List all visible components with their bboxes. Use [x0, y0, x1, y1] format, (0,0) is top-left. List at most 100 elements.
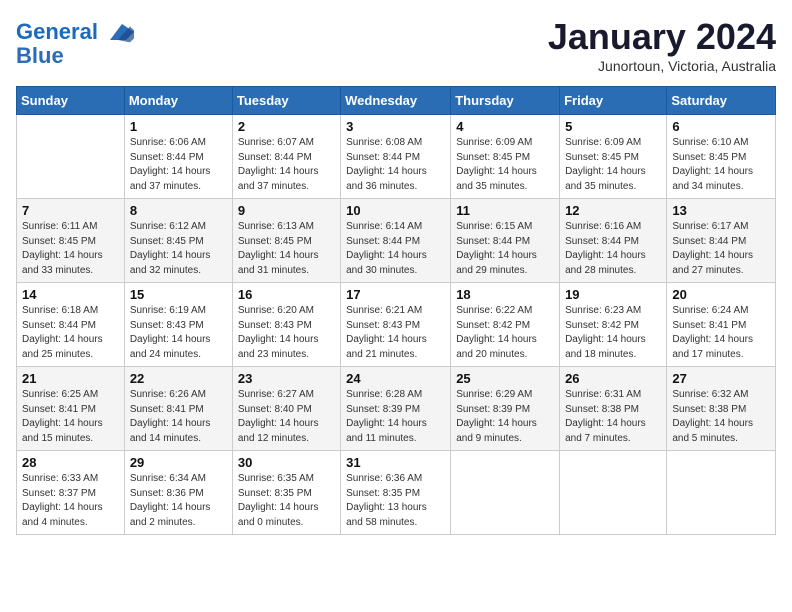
calendar-body: 1 Sunrise: 6:06 AM Sunset: 8:44 PM Daylig… — [17, 115, 776, 535]
day-info: Sunrise: 6:34 AM Sunset: 8:36 PM Dayligh… — [130, 472, 227, 530]
calendar-cell: 5 Sunrise: 6:09 AM Sunset: 8:45 PM Daylig… — [560, 115, 667, 199]
calendar-cell: 16Sunrise: 6:20 AM Sunset: 8:43 PM Dayli… — [232, 283, 340, 367]
day-info: Sunrise: 6:07 AM Sunset: 8:44 PM Dayligh… — [238, 136, 335, 194]
calendar-cell: 10 Sunrise: 6:14 AM Sunset: 8:44 PM Dayli… — [341, 199, 451, 283]
day-info: Sunrise: 6:24 AM Sunset: 8:41 PM Dayligh… — [672, 304, 770, 362]
calendar-cell: 18 Sunrise: 6:22 AM Sunset: 8:42 PM Dayli… — [451, 283, 560, 367]
day-info: Sunrise: 6:28 AM Sunset: 8:39 PM Dayligh… — [346, 388, 445, 446]
day-number: 27 — [672, 371, 770, 386]
day-info: Sunrise: 6:09 AM Sunset: 8:45 PM Dayligh… — [565, 136, 661, 194]
logo-text: General — [16, 20, 98, 44]
location-subtitle: Junortoun, Victoria, Australia — [548, 58, 776, 74]
day-number: 17 — [346, 287, 445, 302]
day-info: Sunrise: 6:13 AM Sunset: 8:45 PM Dayligh… — [238, 220, 335, 278]
day-number: 28 — [22, 455, 119, 470]
calendar-cell: 11 Sunrise: 6:15 AM Sunset: 8:44 PM Dayli… — [451, 199, 560, 283]
day-info: Sunrise: 6:26 AM Sunset: 8:41 PM Dayligh… — [130, 388, 227, 446]
day-number: 9 — [238, 203, 335, 218]
day-number: 31 — [346, 455, 445, 470]
day-info: Sunrise: 6:32 AM Sunset: 8:38 PM Dayligh… — [672, 388, 770, 446]
day-number: 12 — [565, 203, 661, 218]
day-number: 13 — [672, 203, 770, 218]
day-info: Sunrise: 6:35 AM Sunset: 8:35 PM Dayligh… — [238, 472, 335, 530]
day-info: Sunrise: 6:15 AM Sunset: 8:44 PM Dayligh… — [456, 220, 554, 278]
day-number: 30 — [238, 455, 335, 470]
day-info: Sunrise: 6:36 AM Sunset: 8:35 PM Dayligh… — [346, 472, 445, 530]
calendar-header: SundayMondayTuesdayWednesdayThursdayFrid… — [17, 87, 776, 115]
calendar-cell: 27 Sunrise: 6:32 AM Sunset: 8:38 PM Dayli… — [667, 367, 776, 451]
calendar-cell — [451, 451, 560, 535]
calendar-cell: 14 Sunrise: 6:18 AM Sunset: 8:44 PM Dayli… — [17, 283, 125, 367]
day-number: 4 — [456, 119, 554, 134]
calendar-week-row: 28Sunrise: 6:33 AM Sunset: 8:37 PM Dayli… — [17, 451, 776, 535]
day-number: 24 — [346, 371, 445, 386]
day-info: Sunrise: 6:10 AM Sunset: 8:45 PM Dayligh… — [672, 136, 770, 194]
calendar-cell: 4 Sunrise: 6:09 AM Sunset: 8:45 PM Daylig… — [451, 115, 560, 199]
day-info: Sunrise: 6:11 AM Sunset: 8:45 PM Dayligh… — [22, 220, 119, 278]
calendar-cell: 7 Sunrise: 6:11 AM Sunset: 8:45 PM Daylig… — [17, 199, 125, 283]
day-number: 6 — [672, 119, 770, 134]
day-number: 15 — [130, 287, 227, 302]
weekday-header: Thursday — [451, 87, 560, 115]
calendar-table: SundayMondayTuesdayWednesdayThursdayFrid… — [16, 86, 776, 535]
weekday-header: Friday — [560, 87, 667, 115]
calendar-cell: 9 Sunrise: 6:13 AM Sunset: 8:45 PM Daylig… — [232, 199, 340, 283]
day-info: Sunrise: 6:08 AM Sunset: 8:44 PM Dayligh… — [346, 136, 445, 194]
day-number: 10 — [346, 203, 445, 218]
day-number: 25 — [456, 371, 554, 386]
weekday-header: Wednesday — [341, 87, 451, 115]
weekday-header: Monday — [124, 87, 232, 115]
day-number: 2 — [238, 119, 335, 134]
day-number: 1 — [130, 119, 227, 134]
calendar-cell: 1 Sunrise: 6:06 AM Sunset: 8:44 PM Daylig… — [124, 115, 232, 199]
calendar-cell — [667, 451, 776, 535]
calendar-cell: 3Sunrise: 6:08 AM Sunset: 8:44 PM Daylig… — [341, 115, 451, 199]
day-number: 26 — [565, 371, 661, 386]
day-info: Sunrise: 6:16 AM Sunset: 8:44 PM Dayligh… — [565, 220, 661, 278]
day-number: 23 — [238, 371, 335, 386]
day-info: Sunrise: 6:18 AM Sunset: 8:44 PM Dayligh… — [22, 304, 119, 362]
day-info: Sunrise: 6:17 AM Sunset: 8:44 PM Dayligh… — [672, 220, 770, 278]
day-number: 19 — [565, 287, 661, 302]
calendar-cell — [17, 115, 125, 199]
calendar-cell: 17Sunrise: 6:21 AM Sunset: 8:43 PM Dayli… — [341, 283, 451, 367]
day-number: 18 — [456, 287, 554, 302]
day-info: Sunrise: 6:14 AM Sunset: 8:44 PM Dayligh… — [346, 220, 445, 278]
calendar-cell: 12 Sunrise: 6:16 AM Sunset: 8:44 PM Dayli… — [560, 199, 667, 283]
calendar-cell: 28Sunrise: 6:33 AM Sunset: 8:37 PM Dayli… — [17, 451, 125, 535]
weekday-header: Saturday — [667, 87, 776, 115]
day-info: Sunrise: 6:09 AM Sunset: 8:45 PM Dayligh… — [456, 136, 554, 194]
calendar-cell: 22 Sunrise: 6:26 AM Sunset: 8:41 PM Dayli… — [124, 367, 232, 451]
day-number: 22 — [130, 371, 227, 386]
calendar-cell: 30 Sunrise: 6:35 AM Sunset: 8:35 PM Dayli… — [232, 451, 340, 535]
calendar-cell: 2 Sunrise: 6:07 AM Sunset: 8:44 PM Daylig… — [232, 115, 340, 199]
day-number: 21 — [22, 371, 119, 386]
calendar-cell: 29 Sunrise: 6:34 AM Sunset: 8:36 PM Dayli… — [124, 451, 232, 535]
day-info: Sunrise: 6:31 AM Sunset: 8:38 PM Dayligh… — [565, 388, 661, 446]
calendar-cell: 15Sunrise: 6:19 AM Sunset: 8:43 PM Dayli… — [124, 283, 232, 367]
calendar-week-row: 1 Sunrise: 6:06 AM Sunset: 8:44 PM Daylig… — [17, 115, 776, 199]
day-number: 29 — [130, 455, 227, 470]
calendar-cell: 26 Sunrise: 6:31 AM Sunset: 8:38 PM Dayli… — [560, 367, 667, 451]
day-number: 8 — [130, 203, 227, 218]
day-info: Sunrise: 6:22 AM Sunset: 8:42 PM Dayligh… — [456, 304, 554, 362]
weekday-header: Sunday — [17, 87, 125, 115]
day-info: Sunrise: 6:27 AM Sunset: 8:40 PM Dayligh… — [238, 388, 335, 446]
calendar-week-row: 14 Sunrise: 6:18 AM Sunset: 8:44 PM Dayli… — [17, 283, 776, 367]
day-number: 7 — [22, 203, 119, 218]
day-number: 14 — [22, 287, 119, 302]
day-info: Sunrise: 6:12 AM Sunset: 8:45 PM Dayligh… — [130, 220, 227, 278]
title-area: January 2024 Junortoun, Victoria, Austra… — [548, 16, 776, 74]
calendar-cell — [560, 451, 667, 535]
day-number: 5 — [565, 119, 661, 134]
header-row: SundayMondayTuesdayWednesdayThursdayFrid… — [17, 87, 776, 115]
logo: General Blue — [16, 16, 134, 68]
day-number: 11 — [456, 203, 554, 218]
day-number: 16 — [238, 287, 335, 302]
calendar-week-row: 21Sunrise: 6:25 AM Sunset: 8:41 PM Dayli… — [17, 367, 776, 451]
calendar-cell: 13 Sunrise: 6:17 AM Sunset: 8:44 PM Dayli… — [667, 199, 776, 283]
day-info: Sunrise: 6:23 AM Sunset: 8:42 PM Dayligh… — [565, 304, 661, 362]
calendar-cell: 24 Sunrise: 6:28 AM Sunset: 8:39 PM Dayli… — [341, 367, 451, 451]
month-title: January 2024 — [548, 16, 776, 58]
day-info: Sunrise: 6:06 AM Sunset: 8:44 PM Dayligh… — [130, 136, 227, 194]
